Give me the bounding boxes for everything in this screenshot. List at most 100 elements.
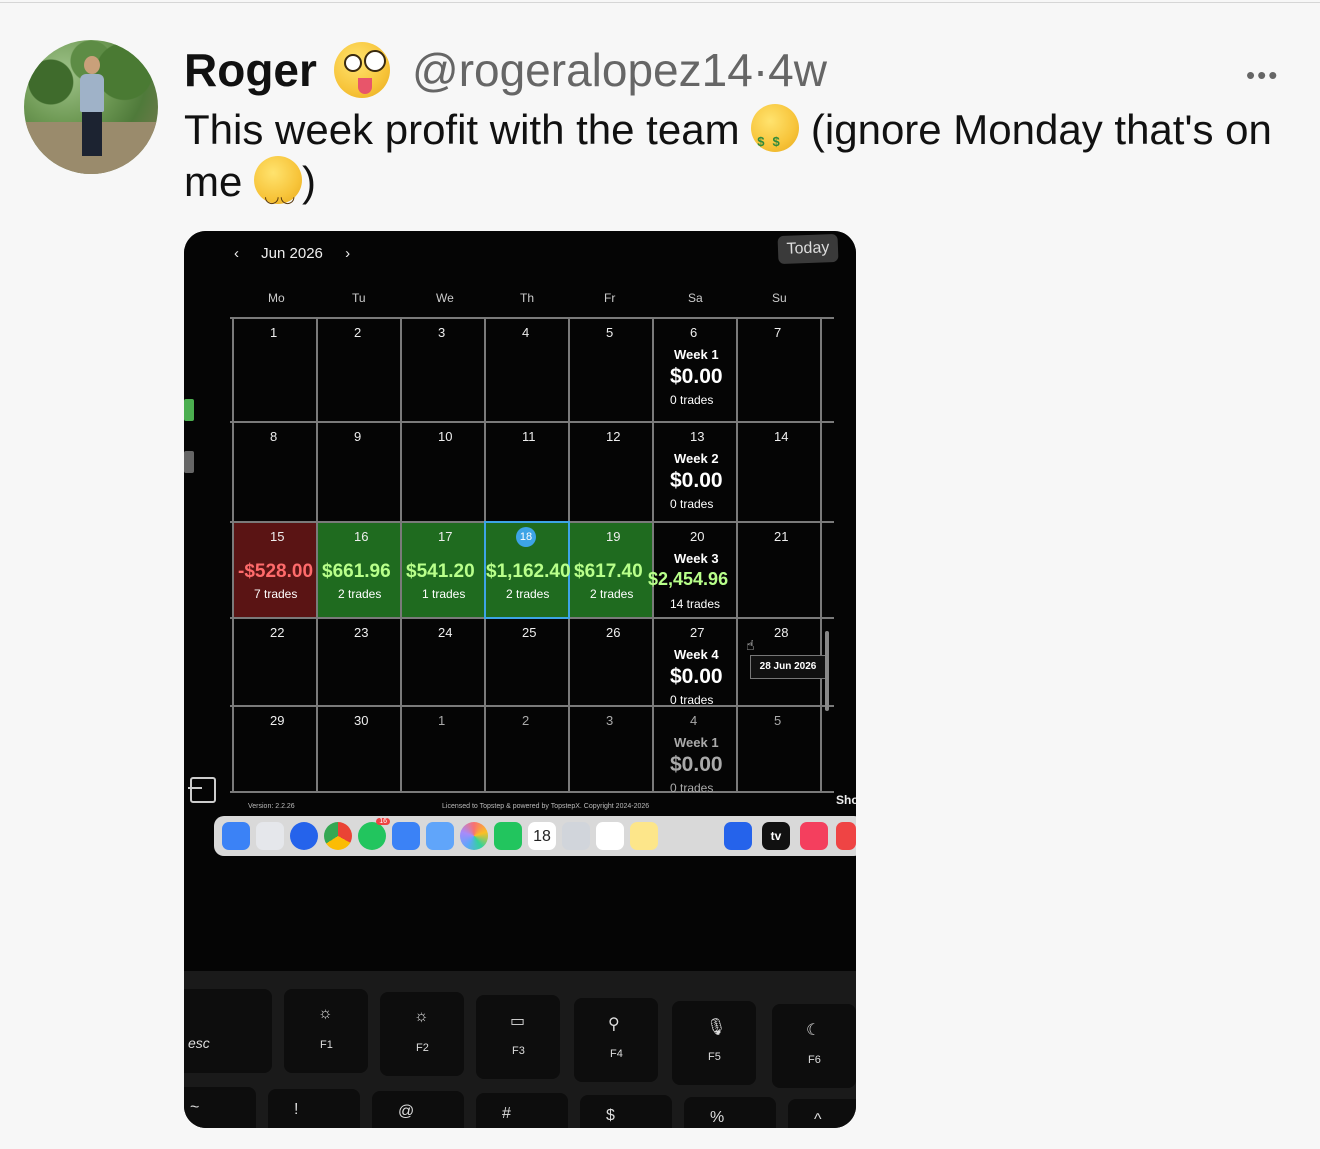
week-label: Week 3 [674,551,719,566]
week-trade-count: 0 trades [670,693,714,707]
day-number: 6 [690,325,698,340]
function-key[interactable] [574,998,658,1082]
day-trade-count: 2 trades [590,587,634,601]
chrome-icon[interactable] [324,822,352,850]
esc-key[interactable] [184,989,272,1073]
day-trade-count: 7 trades [254,587,298,601]
day-trade-count: 1 trades [422,587,466,601]
freeform-icon[interactable] [724,822,752,850]
week-label: Week 2 [674,451,719,466]
more-options-icon[interactable]: ••• [1246,60,1279,91]
day-pnl: -$528.00 [238,561,314,582]
function-key[interactable] [380,992,464,1076]
notes-icon[interactable] [630,822,658,850]
author-handle-line[interactable]: @rogeralopez14·4w [412,40,827,100]
day-pnl: $541.20 [406,561,475,582]
safari-icon[interactable] [290,822,318,850]
function-key[interactable] [476,995,560,1079]
day-pnl: $1,162.40 [486,561,571,582]
day-number: 23 [354,625,369,640]
day-number: 14 [774,429,789,444]
function-key-label: F2 [416,1042,429,1054]
author-name[interactable]: Roger [184,40,317,100]
messages-icon[interactable]: 16 [358,818,390,850]
week-pnl: $0.00 [670,365,723,388]
function-key[interactable] [672,1001,756,1085]
chevron-left-icon[interactable]: ‹ [234,245,239,262]
number-row-key[interactable] [580,1095,672,1128]
weekday-label: Fr [604,291,616,305]
week-label: Week 1 [674,735,719,750]
number-row-key[interactable] [268,1089,360,1128]
today-marker: 18 [516,527,536,547]
tweet-text-part1: This week profit with the team [184,106,752,153]
date-tooltip: 28 Jun 2026 [750,655,826,679]
day-number: 25 [522,625,537,640]
day-number: 13 [690,429,705,444]
exit-icon[interactable] [188,777,216,803]
day-number: 9 [354,429,362,444]
author-handle[interactable]: @rogeralopez14 [412,44,753,96]
music-icon[interactable] [800,822,828,850]
number-row-key[interactable] [788,1099,856,1128]
joy-face-icon: ◡◡ [254,156,303,206]
number-row-key-label: ~ [190,1099,200,1116]
month-label: Jun 2026 [261,245,323,262]
launchpad-icon[interactable] [256,822,284,850]
scrollbar[interactable] [825,631,829,711]
chevron-right-icon[interactable]: › [345,245,350,262]
number-row-key-label: % [710,1109,725,1126]
money-mouth-face-icon: $$ [751,104,800,152]
function-key-label: F5 [708,1051,721,1063]
day-number: 26 [606,625,621,640]
day-number: 4 [690,713,698,728]
day-number: 21 [774,529,789,544]
day-number: 8 [270,429,278,444]
day-number: 10 [438,429,453,444]
day-number: 29 [270,713,285,728]
day-number: 3 [606,713,614,728]
day-number: 1 [438,713,446,728]
finder-icon[interactable] [222,822,250,850]
contacts-icon[interactable] [562,822,590,850]
day-number: 30 [354,713,369,728]
calendar-app-icon[interactable]: 18 [528,822,556,850]
weekday-label: Sa [688,291,703,305]
number-row-key[interactable] [476,1093,568,1128]
photos-icon[interactable] [460,822,488,850]
messages-badge: 16 [376,818,390,825]
number-row-key-label: $ [606,1107,615,1124]
today-button[interactable]: Today [777,233,839,265]
attached-photo[interactable]: Today ‹ Jun 2026 › Mo Tu We Th Fr Sa Su 123456… [184,231,856,1128]
maps-icon[interactable] [426,822,454,850]
day-trade-count: 2 trades [338,587,382,601]
weekday-label: We [436,291,454,305]
pointer-hand-icon: ☝ [746,637,755,653]
week-pnl: $0.00 [670,753,723,776]
mail-icon[interactable] [392,822,420,850]
function-key-icon: ☼ [318,1005,333,1022]
avatar-person-legs [82,112,102,156]
number-row-key[interactable] [372,1091,464,1128]
function-key[interactable] [284,989,368,1073]
news-icon[interactable] [836,822,856,850]
function-key-label: F4 [610,1048,623,1060]
avatar[interactable] [24,40,158,174]
number-row-key-label: ! [294,1101,299,1118]
number-row-key[interactable] [684,1097,776,1128]
day-number: 19 [606,529,621,544]
function-key[interactable] [772,1004,856,1088]
grid-line [820,317,822,791]
apple-tv-icon[interactable]: tv [762,822,790,850]
week-pnl: $2,454.96 [648,569,729,589]
reminders-icon[interactable] [596,822,624,850]
tweet-time[interactable]: 4w [768,44,827,96]
day-number: 28 [774,625,789,640]
day-number: 24 [438,625,453,640]
day-number: 11 [522,429,536,444]
day-number: 7 [774,325,782,340]
facetime-icon[interactable] [494,822,522,850]
function-key-icon: ☼ [414,1008,429,1025]
tweet-text: This week profit with the team $$ (ignor… [184,104,1294,208]
day-number: 2 [354,325,362,340]
